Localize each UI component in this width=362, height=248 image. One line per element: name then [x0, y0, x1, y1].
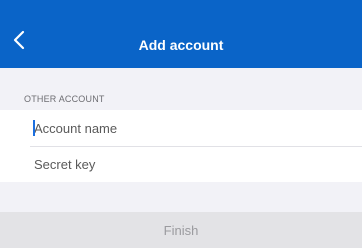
finish-button[interactable]: Finish [0, 212, 362, 248]
text-cursor [33, 120, 35, 136]
status-bar [0, 0, 362, 10]
section-header: OTHER ACCOUNT [24, 94, 105, 104]
account-name-row [30, 110, 362, 147]
secret-key-row [34, 146, 362, 182]
account-name-input[interactable] [30, 110, 362, 146]
page-title: Add account [138, 37, 224, 53]
add-account-screen: Add account OTHER ACCOUNT Finish [0, 0, 362, 248]
navigation-bar: Add account [0, 10, 362, 68]
secret-key-input[interactable] [34, 146, 362, 182]
account-form [0, 110, 362, 182]
